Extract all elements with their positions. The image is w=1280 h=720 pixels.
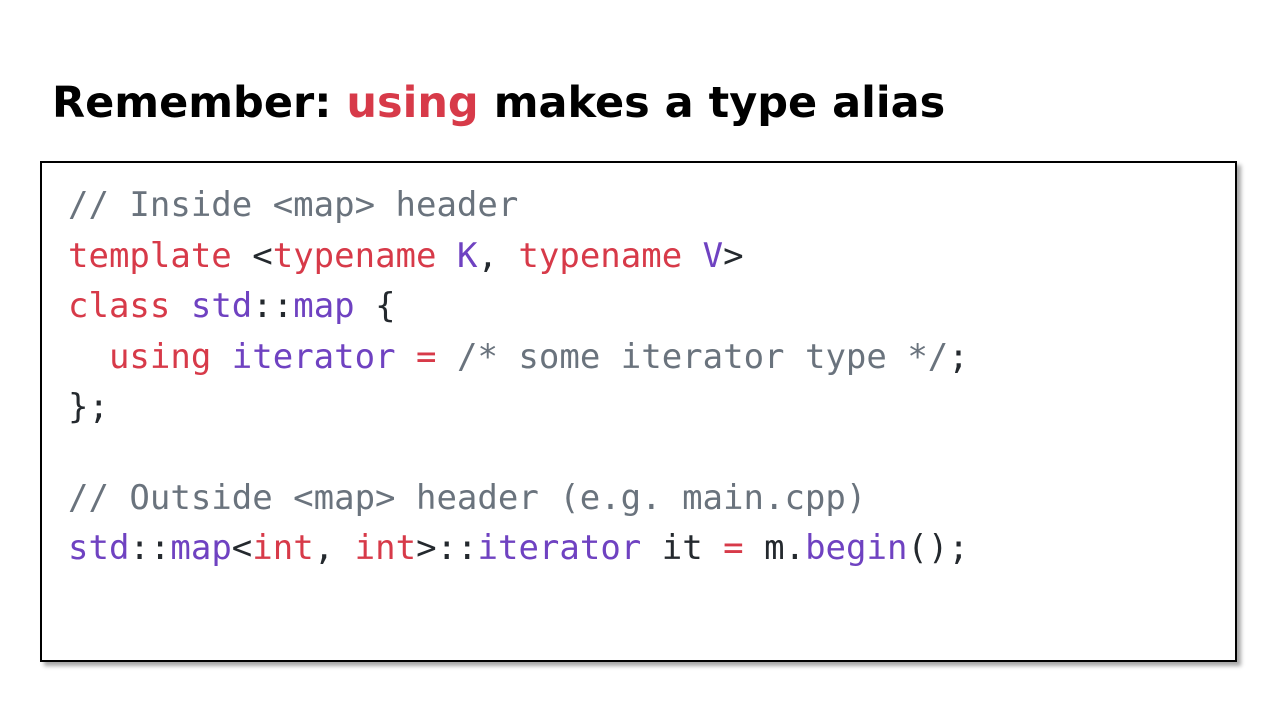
code-token: ; — [948, 336, 969, 377]
code-token: using — [108, 336, 212, 377]
code-token: it — [641, 528, 724, 568]
code-line: // Outside <map> header (e.g. main.cpp) — [68, 473, 969, 524]
code-token: // Outside <map> header (e.g. main.cpp) — [68, 477, 867, 518]
code-token: typename — [518, 235, 683, 276]
code-line: class std::map { — [68, 281, 969, 332]
code-line: std::map<int, int>::iterator it = m.begi… — [68, 523, 969, 574]
code-token: (); — [907, 528, 969, 568]
code-token: = — [723, 528, 744, 568]
code-token: std — [68, 528, 130, 568]
code-token: begin — [805, 528, 908, 568]
code-token: :: — [129, 528, 171, 568]
slide: Remember: using makes a type alias // In… — [0, 0, 1280, 720]
code-token: map — [293, 286, 355, 326]
code-token: > — [723, 235, 744, 276]
code-token: = — [416, 336, 437, 377]
code-line: template <typename K, typename V> — [68, 231, 969, 282]
title-keyword: using — [346, 78, 479, 128]
slide-title: Remember: using makes a type alias — [52, 76, 945, 130]
code-token: :: — [252, 286, 294, 326]
code-block: // Inside <map> header template <typename… — [40, 161, 1237, 662]
code-line: using iterator = /* some iterator type *… — [68, 332, 969, 383]
code-token: // Inside <map> header — [68, 185, 519, 225]
code-token: m. — [743, 528, 806, 568]
code-token: /* some iterator type */ — [436, 336, 949, 377]
code-token: iterator — [231, 336, 396, 377]
code-token: < — [231, 235, 273, 276]
code-token: class — [68, 286, 171, 326]
code-token: template — [68, 235, 232, 276]
title-suffix: makes a type alias — [478, 78, 946, 128]
code-token: map — [170, 528, 232, 568]
code-token: int — [252, 528, 314, 568]
title-prefix: Remember: — [52, 78, 347, 128]
code-token: >:: — [416, 528, 478, 568]
code-token: typename — [272, 235, 437, 276]
code-token: int — [354, 528, 417, 568]
code-token: K — [456, 235, 478, 276]
code-token: iterator — [477, 528, 642, 568]
code-token: }; — [68, 387, 109, 427]
code-line: // Inside <map> header — [68, 180, 969, 231]
code-token: , — [313, 528, 355, 568]
code-content: // Inside <map> header template <typename… — [68, 180, 969, 574]
code-token: V — [702, 235, 724, 276]
code-token: { — [354, 286, 396, 326]
code-token: < — [231, 528, 253, 568]
code-token: , — [477, 235, 519, 276]
code-token: std — [190, 286, 253, 326]
code-line: }; — [68, 382, 969, 433]
